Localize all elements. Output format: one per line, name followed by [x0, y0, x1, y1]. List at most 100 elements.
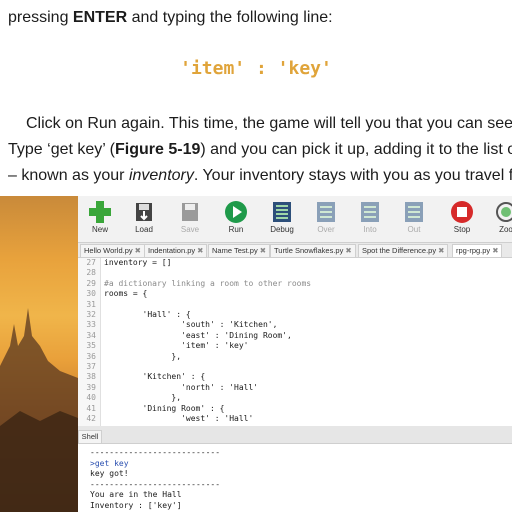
tab-rpg[interactable]: rpg-rpg.py ✖ — [452, 244, 503, 257]
tab-label: Name Test.py — [212, 246, 258, 255]
into-label: Into — [363, 225, 377, 234]
shell-panel[interactable]: --------------------------- >get key key g… — [78, 443, 512, 512]
tab-turtle-snowflakes[interactable]: Turtle Snowflakes.py ✖ — [270, 244, 356, 257]
close-icon[interactable]: ✖ — [438, 246, 444, 255]
code-text: 'Kitchen' : { — [104, 372, 206, 382]
line-number: 39 — [86, 382, 96, 392]
new-label: New — [91, 225, 108, 234]
close-icon[interactable]: ✖ — [135, 246, 141, 255]
line-number: 36 — [86, 351, 96, 361]
save-label: Save — [180, 225, 200, 234]
line-number: 42 — [86, 414, 96, 423]
tab-label: Spot the Difference.py — [362, 246, 437, 255]
line-number: 41 — [86, 403, 96, 413]
figure-ref: Figure 5-19 — [115, 141, 201, 158]
step-over-icon — [317, 202, 335, 222]
text-segment: Type ‘get key’ ( — [8, 141, 116, 158]
debug-icon — [273, 202, 291, 222]
line-number: 34 — [86, 330, 96, 340]
paragraph-line-4: – known as your inventory. Your inventor… — [8, 166, 512, 186]
shell-line: --------------------------- — [90, 448, 221, 457]
code-line: 37 — [78, 362, 104, 372]
code-line: 28 — [78, 268, 104, 278]
tab-indentation[interactable]: Indentation.py ✖ — [144, 244, 208, 257]
over-button[interactable]: Over — [306, 200, 346, 234]
line-number: 33 — [86, 320, 96, 330]
into-button[interactable]: Into — [350, 200, 390, 234]
figure-screenshot: New Load Save Run Debug Over Into Out St… — [0, 196, 512, 512]
code-line: 30 rooms = { — [78, 289, 147, 299]
load-label: Load — [135, 225, 153, 234]
close-icon[interactable]: ✖ — [260, 246, 266, 255]
step-into-icon — [361, 202, 379, 222]
code-line: 38 'Kitchen' : { — [78, 372, 205, 382]
code-line: 40 }, — [78, 393, 181, 403]
code-line: 39 'north' : 'Hall' — [78, 383, 258, 393]
line-number: 31 — [86, 299, 96, 309]
new-button[interactable]: New — [80, 200, 120, 234]
shell-line: >get key — [90, 458, 129, 468]
text-segment: – known as your — [8, 167, 129, 184]
inventory-term: inventory — [128, 167, 194, 184]
tab-spot-the-difference[interactable]: Spot the Difference.py ✖ — [358, 244, 449, 257]
desktop-wallpaper — [0, 196, 78, 512]
close-icon[interactable]: ✖ — [492, 246, 498, 255]
code-line: 29 #a dictionary linking a room to other … — [78, 279, 311, 289]
code-text: inventory = [] — [104, 258, 172, 267]
line-number: 38 — [86, 372, 96, 382]
line-number: 28 — [86, 268, 96, 278]
debug-label: Debug — [270, 225, 294, 234]
code-line: 42 'west' : 'Hall' — [78, 414, 253, 424]
stop-label: Stop — [453, 225, 471, 234]
shell-line: key got! — [90, 469, 129, 478]
plus-icon — [89, 201, 111, 223]
line-number: 30 — [86, 289, 96, 299]
out-label: Out — [407, 225, 421, 234]
close-icon[interactable]: ✖ — [197, 246, 203, 255]
line-number: 29 — [86, 278, 96, 288]
text-segment: and typing the following line: — [127, 9, 333, 26]
code-line: 36 }, — [78, 352, 181, 362]
load-button[interactable]: Load — [124, 200, 164, 234]
code-text: 'north' : 'Hall' — [104, 382, 259, 392]
code-text: rooms = { — [104, 289, 148, 299]
debug-button[interactable]: Debug — [262, 200, 302, 234]
tab-shell[interactable]: Shell — [78, 430, 102, 443]
tab-hello-world[interactable]: Hello World.py ✖ — [80, 244, 145, 257]
tab-label: Hello World.py — [84, 246, 133, 255]
line-number: 27 — [86, 258, 96, 267]
step-out-icon — [405, 202, 423, 222]
code-line: 34 'east' : 'Dining Room', — [78, 330, 291, 341]
paragraph-line-2: Click on Run again. This time, the game … — [26, 115, 512, 132]
zoom-label: Zoo — [499, 225, 512, 234]
line-number: 37 — [86, 362, 96, 371]
floppy-save-icon — [182, 203, 198, 221]
code-key: 'key' — [277, 58, 332, 79]
line-number: 35 — [86, 341, 96, 351]
save-button[interactable]: Save — [170, 200, 210, 234]
code-text: 'south' : 'Kitchen', — [104, 320, 278, 330]
zoom-button[interactable]: Zoo — [486, 200, 512, 234]
out-button[interactable]: Out — [394, 200, 434, 234]
close-icon[interactable]: ✖ — [345, 246, 351, 255]
code-snippet: 'item' : 'key' — [0, 58, 512, 79]
code-text: #a dictionary linking a room to other ro… — [104, 278, 312, 288]
zoom-icon — [496, 202, 512, 222]
file-tabs: Hello World.py ✖ Indentation.py ✖ Name Tes… — [78, 243, 512, 258]
floppy-load-icon — [136, 203, 152, 221]
paragraph-line-3: Type ‘get key’ (Figure 5-19) and you can… — [8, 140, 512, 160]
line-number: 32 — [86, 310, 96, 319]
shell-line: You are in the Hall — [90, 490, 182, 499]
code-text: 'west' : 'Hall' — [104, 414, 254, 423]
run-button[interactable]: Run — [216, 200, 256, 234]
paragraph-line-1: pressing ENTER and typing the following … — [8, 8, 512, 28]
code-line: 35 'item' : 'key' — [78, 341, 248, 351]
run-label: Run — [228, 225, 244, 234]
tab-name-test[interactable]: Name Test.py ✖ — [208, 244, 271, 257]
code-line: 41 'Dining Room' : { — [78, 404, 224, 414]
bold-enter: ENTER — [72, 9, 128, 26]
tab-label: Turtle Snowflakes.py — [274, 246, 344, 255]
code-editor[interactable]: 27 inventory = [] 28 29 #a dictionary linkin… — [78, 258, 512, 426]
code-text: 'Dining Room' : { — [104, 403, 225, 413]
stop-button[interactable]: Stop — [442, 200, 482, 234]
